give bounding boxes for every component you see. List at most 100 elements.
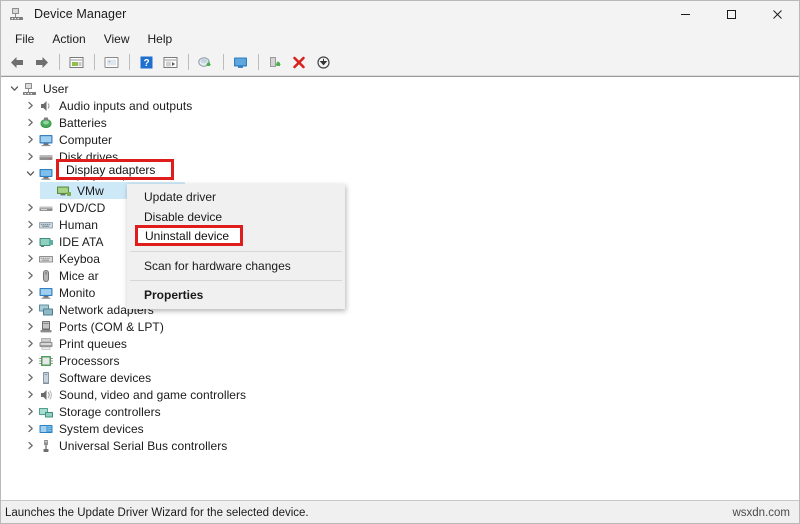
chevron-right-icon[interactable] [22,284,38,301]
help-icon[interactable]: ? [135,51,158,73]
tree-item-row[interactable]: Processors [0,352,800,369]
tree-item-row[interactable]: Storage controllers [0,403,800,420]
menu-view[interactable]: View [95,30,139,48]
scan-hardware-icon[interactable] [229,51,252,73]
toolbar-separator [258,54,259,70]
tree-item-row[interactable]: Human [0,216,800,233]
disable-device-icon[interactable] [264,51,287,73]
tree-item-row[interactable]: Universal Serial Bus controllers [0,437,800,454]
chevron-right-icon[interactable] [22,420,38,437]
chevron-right-icon[interactable] [22,369,38,386]
annotation-uninstall-device: Uninstall device [135,225,243,246]
menu-help[interactable]: Help [139,30,182,48]
chevron-right-icon[interactable] [22,386,38,403]
forward-icon[interactable] [30,51,53,73]
chevron-right-icon[interactable] [22,335,38,352]
properties-icon[interactable] [65,51,88,73]
tree-item-row[interactable]: Batteries [0,114,800,131]
tree-item-row[interactable]: Sound, video and game controllers [0,386,800,403]
toolbar-separator [94,54,95,70]
tree-item-row[interactable]: Mice ar [0,267,800,284]
chevron-right-icon[interactable] [22,148,38,165]
audio-icon [38,98,54,114]
show-hidden-devices-icon[interactable] [159,51,182,73]
minimize-button[interactable] [662,0,708,28]
tree-item-row[interactable]: Network adapters [0,301,800,318]
update-driver-icon[interactable] [194,51,217,73]
processor-icon [38,353,54,369]
chevron-right-icon[interactable] [22,216,38,233]
menu-file[interactable]: File [6,30,43,48]
tree-root-row[interactable]: User [0,80,800,97]
context-menu[interactable]: Update driver Disable device Uninstall dev… [127,184,345,309]
dvd-icon [38,200,54,216]
close-button[interactable] [754,0,800,28]
tree-item-label: VMw [77,183,104,198]
chevron-right-icon[interactable] [22,250,38,267]
chevron-right-icon[interactable] [22,301,38,318]
tree-item-row[interactable]: Software devices [0,369,800,386]
tree-item-row[interactable]: Monito [0,284,800,301]
watermark: wsxdn.com [732,506,790,519]
chevron-right-icon[interactable] [22,267,38,284]
chevron-right-icon[interactable] [22,318,38,335]
display-adapter-icon [38,166,54,182]
context-menu-item[interactable]: Scan for hardware changes [127,256,345,276]
keyboard-icon [38,251,54,267]
chevron-down-icon[interactable] [22,165,38,182]
chevron-right-icon[interactable] [22,437,38,454]
toolbar-separator [59,54,60,70]
ide-icon [38,234,54,250]
tree-item-row[interactable]: Ports (COM & LPT) [0,318,800,335]
computer-root-icon [22,81,38,97]
tree-item-row[interactable]: Keyboa [0,250,800,267]
chevron-right-icon[interactable] [22,233,38,250]
tree-item-row[interactable]: Computer [0,131,800,148]
context-menu-item-label: Scan for hardware changes [144,259,291,273]
toolbar: ? [0,49,800,76]
chevron-right-icon[interactable] [22,403,38,420]
context-menu-item[interactable]: Disable device [127,207,345,227]
menu-action[interactable]: Action [43,30,94,48]
window-controls [662,0,800,28]
battery-icon [38,115,54,131]
chevron-down-icon[interactable] [6,80,22,97]
tree-item-row[interactable]: Audio inputs and outputs [0,97,800,114]
chevron-right-icon[interactable] [22,131,38,148]
printer-icon [38,336,54,352]
tree-item-row[interactable]: IDE ATA [0,233,800,250]
context-menu-item-label: Disable device [144,210,223,224]
tree-item-row[interactable]: Print queues [0,335,800,352]
device-tree-panel[interactable]: User Audio inputs and outputs Batteries Com… [0,76,800,500]
tree-item-row[interactable]: DVD/CD [0,199,800,216]
chevron-right-icon[interactable] [22,114,38,131]
chevron-right-icon[interactable] [22,199,38,216]
tree-item-label: Keyboa [59,251,100,266]
tree-item-label: Computer [59,132,113,147]
tree-item-label: User [43,81,69,96]
device-manager-window: Device Manager File Action View Help ? U… [0,0,800,524]
tree-item-label: Storage controllers [59,404,161,419]
system-device-icon [38,421,54,437]
uninstall-device-icon[interactable] [288,51,311,73]
software-device-icon [38,370,54,386]
tree-item-label: Sound, video and game controllers [59,387,247,402]
download-icon[interactable] [312,51,335,73]
back-icon[interactable] [6,51,29,73]
tree-item-row[interactable]: System devices [0,420,800,437]
window-title: Device Manager [34,7,127,21]
context-menu-item[interactable]: Properties [127,285,345,305]
computer-icon [38,132,54,148]
context-menu-item-label: Properties [144,288,204,302]
tree-item-label: IDE ATA [59,234,104,249]
tree-item-label: Human [59,217,98,232]
toolbar-separator [223,54,224,70]
view-icon[interactable] [100,51,123,73]
maximize-button[interactable] [708,0,754,28]
chevron-right-icon[interactable] [22,352,38,369]
tree-item-row[interactable]: VMw [0,182,800,199]
status-text: Launches the Update Driver Wizard for th… [5,506,309,519]
context-menu-item[interactable]: Update driver [127,187,345,207]
chevron-right-icon[interactable] [22,97,38,114]
tree-item-label: System devices [59,421,144,436]
